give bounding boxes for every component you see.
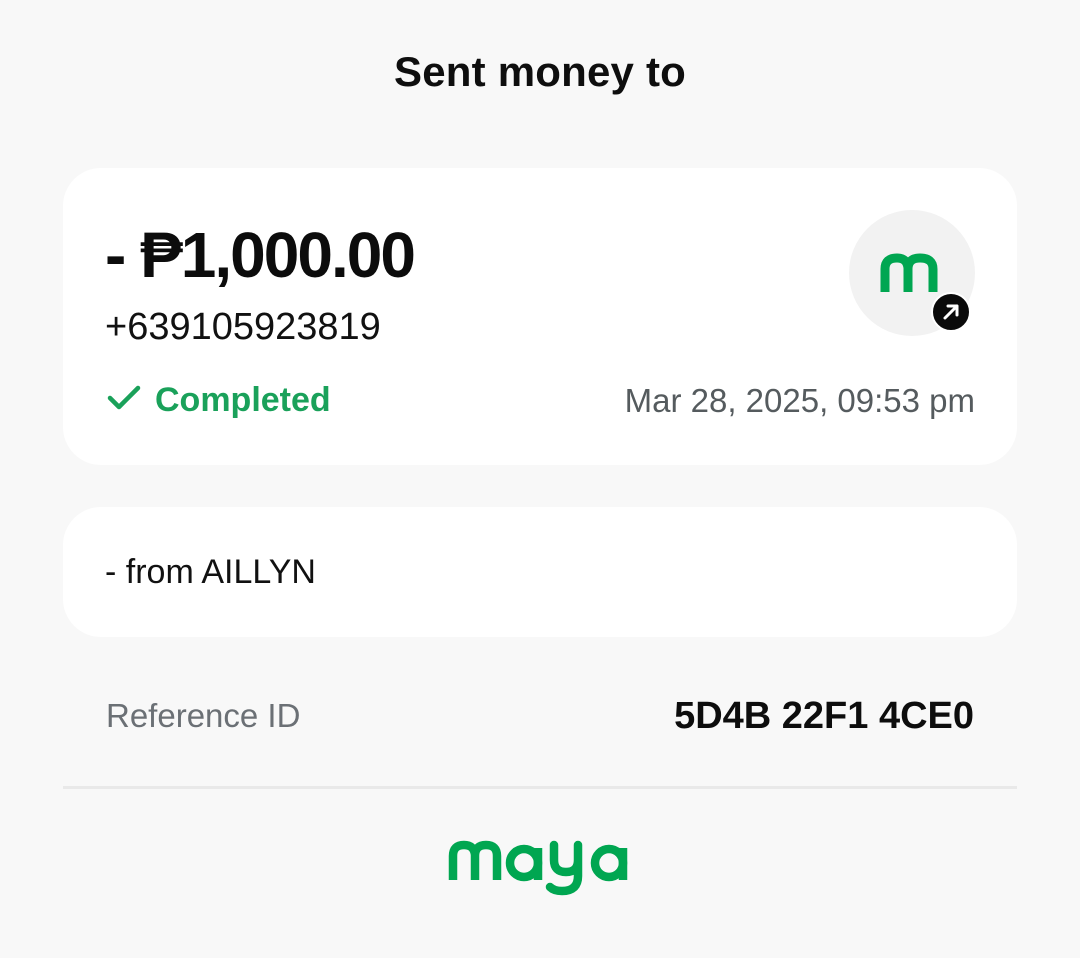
- recipient-number: +639105923819: [105, 306, 381, 348]
- transaction-receipt: Sent money to - ₱1,000.00 +639105923819 …: [0, 0, 1080, 958]
- maya-m-logo-icon: [880, 252, 944, 299]
- divider: [63, 786, 1017, 789]
- arrow-up-right-icon: [931, 292, 971, 332]
- transaction-amount: - ₱1,000.00: [105, 219, 416, 291]
- transaction-timestamp: Mar 28, 2025, 09:53 pm: [624, 382, 975, 419]
- check-icon: [107, 383, 141, 418]
- maya-logo: [448, 836, 634, 903]
- message-text: - from AILLYN: [105, 553, 316, 591]
- message-card: - from AILLYN: [63, 507, 1017, 637]
- page-title: Sent money to: [394, 48, 686, 95]
- reference-id-value[interactable]: 5D4B 22F1 4CE0: [674, 695, 974, 738]
- transaction-summary-card: - ₱1,000.00 +639105923819 Completed Mar …: [63, 168, 1017, 465]
- reference-id-label: Reference ID: [106, 697, 301, 734]
- recipient-avatar: [849, 210, 975, 336]
- status-indicator: Completed: [107, 381, 331, 420]
- status-label: Completed: [155, 381, 331, 419]
